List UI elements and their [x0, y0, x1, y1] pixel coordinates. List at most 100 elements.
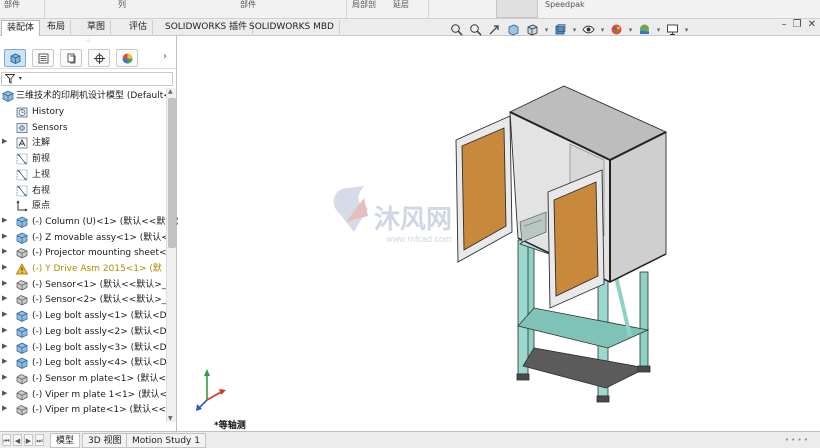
expand-arrow-icon[interactable]: ▶: [2, 247, 10, 255]
tree-item-label: (-) Z movable assy<1> (默认<D: [32, 232, 166, 243]
cabinet-door-right: [547, 169, 605, 309]
assembly-model[interactable]: 沐风网 www.mfcad.com: [178, 36, 820, 433]
chevron-right-icon[interactable]: ›: [163, 51, 167, 62]
tab-assembly[interactable]: 装配体: [1, 20, 41, 36]
expand-arrow-icon[interactable]: ▶: [2, 310, 10, 318]
tab-layout[interactable]: 布局: [42, 20, 72, 36]
tab-motion-study[interactable]: Motion Study 1: [126, 433, 206, 448]
expand-arrow-icon[interactable]: ▶: [2, 279, 10, 287]
tree-item[interactable]: 前视: [0, 151, 166, 167]
tree-root[interactable]: 三维技术的印刷机设计模型 (Default<<: [0, 88, 166, 104]
property-manager-icon[interactable]: [32, 49, 54, 67]
tab-solidworks-addins[interactable]: SOLIDWORKS 插件: [160, 20, 254, 36]
hide-show-icon[interactable]: [580, 22, 597, 37]
first-tab-icon[interactable]: ⏮: [2, 434, 11, 446]
tree-item-label: Sensors: [32, 122, 68, 133]
zoom-to-fit-icon[interactable]: [448, 22, 465, 37]
tree-item[interactable]: ▶ (-) Leg bolt assly<3> (默认<Def: [0, 340, 166, 356]
tree-item[interactable]: ▶ (-) Leg bolt assly<2> (默认<Def: [0, 324, 166, 340]
expand-arrow-icon[interactable]: ▶: [2, 263, 10, 271]
command-ribbon: 部件 列 部件 局部剖 延层 Speedpak: [0, 0, 820, 19]
display-style-icon[interactable]: [552, 22, 569, 37]
ribbon-label[interactable]: 列: [118, 0, 126, 9]
tree-item[interactable]: ▶ (-) Leg bolt assly<4> (默认<Def: [0, 355, 166, 371]
ribbon-label[interactable]: 部件: [4, 0, 20, 9]
chevron-down-icon[interactable]: ▾: [543, 26, 550, 34]
ribbon-label[interactable]: 延层: [393, 0, 409, 9]
watermark-url: www.mfcad.com: [385, 234, 452, 244]
previous-view-icon[interactable]: [486, 22, 503, 37]
ribbon-label[interactable]: 局部剖: [352, 0, 376, 9]
tab-3d-views[interactable]: 3D 视图: [82, 433, 128, 448]
chevron-down-icon[interactable]: ▾: [571, 26, 578, 34]
expand-arrow-icon[interactable]: ▶: [2, 232, 10, 240]
tree-item[interactable]: 原点: [0, 198, 166, 214]
configuration-manager-icon[interactable]: [60, 49, 82, 67]
scroll-up-icon[interactable]: ▲: [168, 88, 173, 95]
tree-item[interactable]: 上视: [0, 167, 166, 183]
tab-solidworks-mbd[interactable]: SOLIDWORKS MBD: [244, 20, 340, 36]
tree-item[interactable]: 右视: [0, 183, 166, 199]
prev-tab-icon[interactable]: ◀: [13, 434, 22, 446]
tree-scrollbar[interactable]: ▲ ▼: [166, 88, 176, 422]
tree-item-label: (-) Column (U)<1> (默认<<默认: [32, 216, 166, 227]
view-settings-icon[interactable]: [664, 22, 681, 37]
chevron-down-icon[interactable]: ▾: [655, 26, 662, 34]
ribbon-label[interactable]: Speedpak: [545, 0, 585, 9]
edit-appearance-icon[interactable]: [608, 22, 625, 37]
tree-item[interactable]: ▶ (-) Z movable assy<1> (默认<D: [0, 230, 166, 246]
minimize-icon[interactable]: –: [782, 19, 787, 30]
scroll-down-icon[interactable]: ▼: [168, 415, 173, 422]
assembly-icon: [16, 326, 28, 338]
tree-item[interactable]: ▶ (-) Column (U)<1> (默认<<默认: [0, 214, 166, 230]
assembly-icon: [16, 232, 28, 244]
chevron-down-icon[interactable]: ▾: [683, 26, 690, 34]
graphics-area[interactable]: 沐风网 www.mfcad.com: [178, 36, 820, 433]
last-tab-icon[interactable]: ⏭: [35, 434, 44, 446]
tab-model[interactable]: 模型: [50, 433, 81, 448]
history-icon: [16, 106, 28, 118]
tree-item[interactable]: ▶ (-) Projector mounting sheet<1: [0, 245, 166, 261]
expand-arrow-icon[interactable]: ▶: [2, 294, 10, 302]
zoom-area-icon[interactable]: [467, 22, 484, 37]
section-view-icon[interactable]: [505, 22, 522, 37]
plane-icon: [16, 169, 28, 181]
expand-arrow-icon[interactable]: ▶: [2, 216, 10, 224]
restore-icon[interactable]: ❐: [793, 19, 802, 30]
tab-sketch[interactable]: 草图: [82, 20, 112, 36]
expand-arrow-icon[interactable]: ▶: [2, 342, 10, 350]
display-manager-icon[interactable]: [116, 49, 138, 67]
warning-icon: [15, 263, 29, 275]
tree-item[interactable]: ▶ (-) Viper m plate<1> (默认<<默: [0, 402, 166, 418]
part-icon: [16, 247, 28, 259]
feature-manager-tree-icon[interactable]: [4, 49, 26, 67]
expand-arrow-icon[interactable]: ▶: [2, 373, 10, 381]
tab-evaluate[interactable]: 评估: [124, 20, 154, 36]
expand-arrow-icon[interactable]: ▶: [2, 326, 10, 334]
tree-item[interactable]: ▶ (-) Sensor<1> (默认<<默认>_显: [0, 277, 166, 293]
next-tab-icon[interactable]: ▶: [24, 434, 33, 446]
tree-item[interactable]: ▶ (-) Y Drive Asm 2015<1> (默: [0, 261, 166, 277]
expand-arrow-icon[interactable]: ▶: [2, 137, 10, 145]
dimxpert-icon[interactable]: [88, 49, 110, 67]
tree-item[interactable]: ▶ (-) Sensor<2> (默认<<默认>_显: [0, 292, 166, 308]
close-icon[interactable]: ✕: [808, 19, 816, 30]
view-orientation-icon[interactable]: [524, 22, 541, 37]
tree-item[interactable]: Sensors: [0, 120, 166, 136]
chevron-down-icon[interactable]: ▾: [627, 26, 634, 34]
ribbon-active-button[interactable]: [496, 0, 538, 18]
expand-arrow-icon[interactable]: ▶: [2, 404, 10, 412]
tree-item[interactable]: ▶ (-) Sensor m plate<1> (默认<<: [0, 371, 166, 387]
expand-arrow-icon[interactable]: ▶: [2, 389, 10, 397]
chevron-down-icon[interactable]: ▾: [599, 26, 606, 34]
panel-drag-handle[interactable]: ⁘: [0, 36, 176, 47]
ribbon-label[interactable]: 部件: [240, 0, 256, 9]
apply-scene-icon[interactable]: [636, 22, 653, 37]
tree-item[interactable]: ▶ (-) Leg bolt assly<1> (默认<Def: [0, 308, 166, 324]
tree-item[interactable]: History: [0, 104, 166, 120]
annotation-icon: [16, 137, 28, 149]
tree-item[interactable]: ▶ (-) Viper m plate 1<1> (默认<<: [0, 387, 166, 403]
expand-arrow-icon[interactable]: ▶: [2, 357, 10, 365]
tree-item[interactable]: ▶ 注解: [0, 135, 166, 151]
tree-filter[interactable]: ▾: [1, 72, 173, 86]
